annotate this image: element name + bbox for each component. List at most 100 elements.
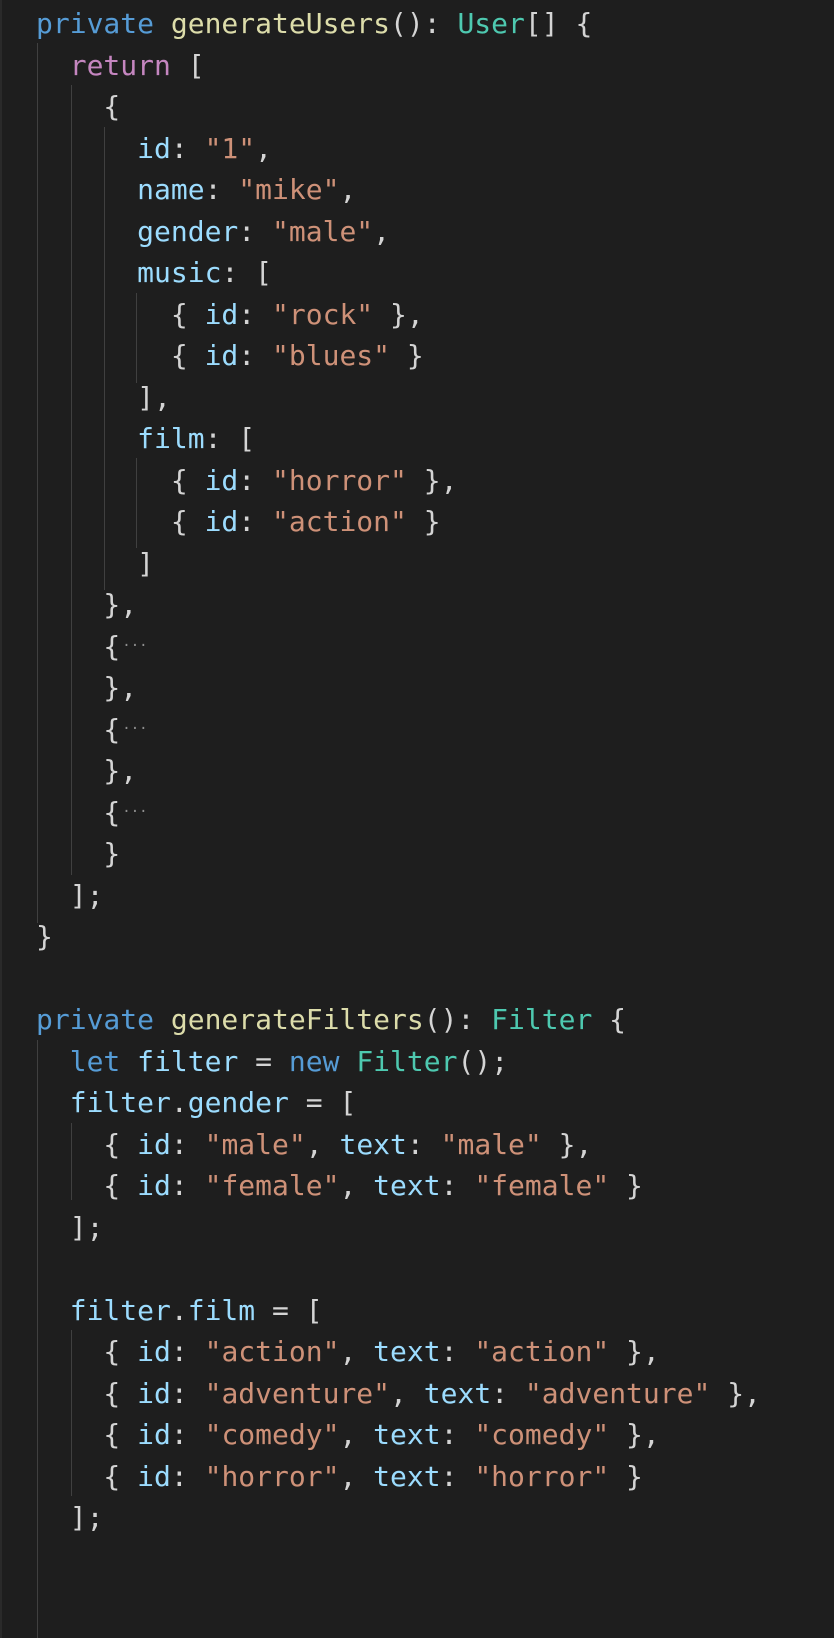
- code-line[interactable]: private generateFilters(): Filter {: [36, 998, 626, 1041]
- code-line[interactable]: { id: "male", text: "male" },: [36, 1123, 592, 1166]
- code-line[interactable]: { id: "action" }: [36, 500, 441, 543]
- code-token: ,: [305, 1127, 340, 1161]
- code-token: :: [440, 1418, 475, 1451]
- code-line[interactable]: let filter = new Filter();: [36, 1040, 508, 1083]
- code-token: },: [36, 671, 138, 704]
- code-token: :: [406, 1127, 441, 1161]
- code-token: },: [373, 297, 424, 331]
- code-token: ];: [36, 1210, 104, 1244]
- code-token: "comedy": [474, 1418, 610, 1451]
- code-token: "action": [204, 1335, 340, 1368]
- code-line[interactable]: ];: [36, 874, 104, 917]
- code-token: :: [440, 1459, 475, 1493]
- code-line[interactable]: id: "1",: [36, 127, 272, 170]
- code-line[interactable]: private generateUsers(): User[] {: [36, 2, 592, 45]
- code-token: "rock": [272, 297, 374, 331]
- code-token: {: [36, 629, 121, 663]
- code-line[interactable]: },: [36, 666, 137, 709]
- code-token: = [: [255, 1293, 323, 1327]
- code-token: :: [170, 131, 205, 165]
- code-token: },: [609, 1418, 660, 1451]
- code-token: id: [204, 297, 239, 331]
- code-line[interactable]: { id: "female", text: "female" }: [36, 1164, 643, 1207]
- code-line[interactable]: music: [: [36, 251, 272, 294]
- code-line[interactable]: ]: [36, 542, 154, 585]
- code-token: text: [373, 1335, 441, 1368]
- code-token: name: [36, 173, 205, 206]
- code-line[interactable]: { id: "blues" }: [36, 334, 424, 377]
- code-line[interactable]: { id: "comedy", text: "comedy" },: [36, 1413, 660, 1456]
- code-line[interactable]: {···: [36, 708, 147, 751]
- code-token: text: [373, 1169, 441, 1202]
- code-line[interactable]: { id: "horror" },: [36, 459, 458, 502]
- code-line[interactable]: filter.gender = [: [36, 1081, 357, 1124]
- code-line[interactable]: {: [36, 85, 120, 128]
- code-token: Filter: [356, 1044, 458, 1078]
- code-line[interactable]: gender: "male",: [36, 210, 390, 253]
- code-token: },: [406, 463, 458, 497]
- code-line[interactable]: },: [36, 583, 137, 626]
- code-token: :: [440, 1335, 475, 1368]
- code-token: "male": [440, 1127, 542, 1161]
- code-token: },: [36, 754, 138, 787]
- code-line[interactable]: filter.film = [: [36, 1289, 323, 1332]
- code-line[interactable]: }: [36, 832, 120, 875]
- code-token: }: [36, 837, 121, 870]
- code-line[interactable]: {···: [36, 791, 147, 834]
- code-line[interactable]: },: [36, 749, 137, 792]
- code-line[interactable]: ];: [36, 1206, 104, 1249]
- code-token: id: [137, 1418, 171, 1451]
- code-token: ,: [339, 1459, 374, 1493]
- code-token: "adventure": [204, 1376, 391, 1410]
- code-token: id: [137, 1335, 171, 1368]
- code-token: :: [170, 1459, 205, 1493]
- code-token: gender: [187, 1086, 289, 1119]
- code-token: ]: [36, 546, 155, 580]
- code-token: "action": [272, 505, 407, 538]
- code-token: ,: [390, 1376, 424, 1410]
- code-token: {: [36, 339, 205, 372]
- code-token: : [: [204, 422, 256, 455]
- editor-left-border: [0, 0, 2, 1638]
- code-token: gender: [36, 214, 239, 248]
- folded-region-ellipsis-icon[interactable]: ···: [122, 791, 147, 834]
- code-token: {: [36, 1459, 138, 1493]
- code-line[interactable]: return [: [36, 44, 205, 87]
- code-token: :: [238, 214, 273, 248]
- code-token: film: [187, 1293, 256, 1327]
- code-token: :: [170, 1127, 205, 1161]
- code-token: private: [36, 1003, 171, 1036]
- code-token: "action": [474, 1335, 610, 1368]
- code-token: {: [36, 1127, 138, 1161]
- code-token: }: [36, 920, 53, 953]
- code-line[interactable]: { id: "action", text: "action" },: [36, 1330, 659, 1373]
- code-line[interactable]: { id: "rock" },: [36, 293, 424, 336]
- code-line[interactable]: {···: [36, 625, 147, 668]
- code-token: :: [238, 463, 273, 497]
- folded-region-ellipsis-icon[interactable]: ···: [122, 708, 147, 751]
- code-token: },: [541, 1127, 593, 1161]
- code-token: id: [137, 1169, 171, 1202]
- code-token: {: [36, 505, 205, 538]
- code-line[interactable]: }: [36, 915, 53, 958]
- code-line[interactable]: name: "mike",: [36, 168, 356, 211]
- code-token: new: [288, 1044, 357, 1078]
- code-token: ];: [36, 878, 104, 912]
- code-editor[interactable]: private generateUsers(): User[] { return…: [0, 0, 834, 1638]
- code-line[interactable]: ],: [36, 376, 171, 419]
- code-token: id: [137, 1376, 171, 1410]
- code-token: ,: [339, 1335, 374, 1368]
- folded-region-ellipsis-icon[interactable]: ···: [122, 625, 147, 668]
- code-token: "horror": [204, 1459, 340, 1493]
- code-line[interactable]: ];: [36, 1496, 104, 1539]
- code-token: filter: [36, 1293, 171, 1327]
- code-line[interactable]: film: [: [36, 417, 255, 460]
- code-line[interactable]: { id: "horror", text: "horror" }: [36, 1455, 642, 1498]
- code-token: }: [609, 1169, 643, 1202]
- code-token: id: [137, 1127, 171, 1161]
- code-line[interactable]: { id: "adventure", text: "adventure" },: [36, 1372, 761, 1415]
- code-token: filter: [36, 1086, 171, 1119]
- code-token: "blues": [272, 339, 391, 372]
- code-token: return: [36, 48, 188, 82]
- code-token: ,: [339, 1169, 374, 1202]
